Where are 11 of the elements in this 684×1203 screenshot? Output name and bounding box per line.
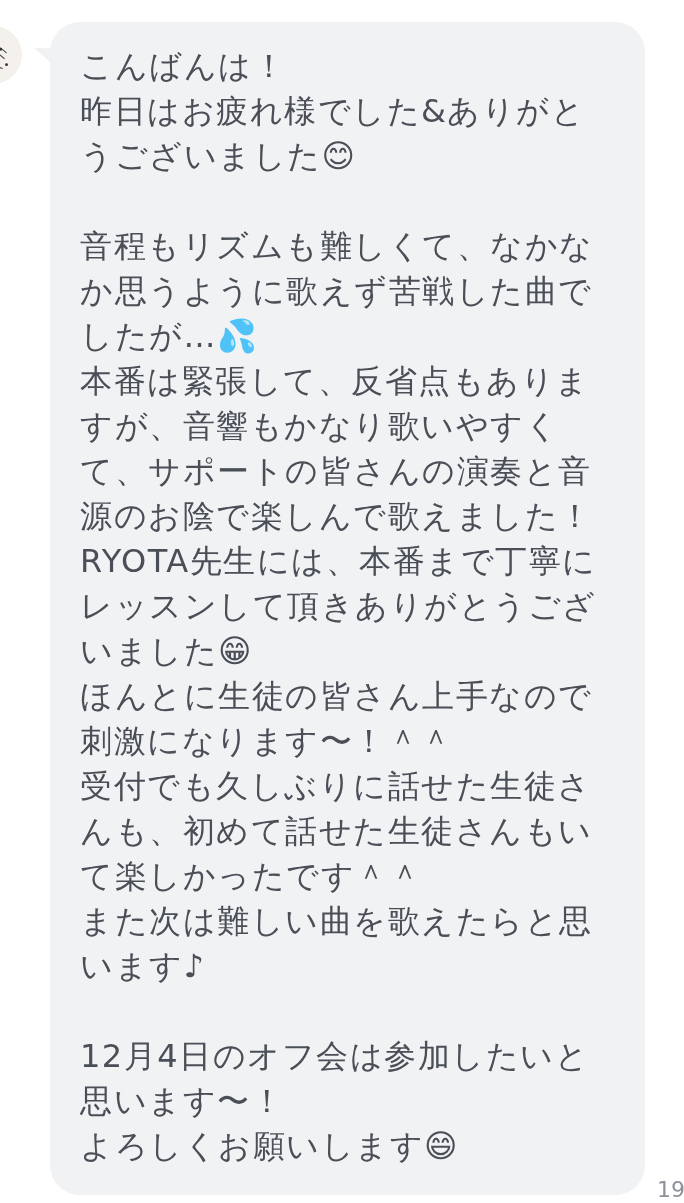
message-text: また次は難しい曲を歌えたらと思います♪ (80, 901, 594, 987)
message-text: ほんとに生徒の皆さん上手なので刺激になります〜！＾＾ (80, 676, 594, 762)
message-text: 受付でも久しぶりに話せた生徒さんも、初めて話せた生徒さんもいて楽しかったです＾＾ (80, 766, 594, 897)
message-text: 本番は緊張して、反省点もありますが、音響もかなり歌いやすくて、サポートの皆さんの演奏と音源のお陰で楽しんで歌えました！ (80, 361, 594, 537)
message-text: こんばんは！ (80, 46, 287, 87)
message-time: 19 (657, 1177, 684, 1203)
message-text: 12月4日のオフ会は参加したいと思います〜！ (80, 1036, 591, 1122)
message-text: RYOTA先生には、本番まで丁寧にレッスンして頂きありがとうございました😁 (80, 541, 598, 672)
message-text: よろしくお願いします😄 (80, 1126, 460, 1167)
message-text: 昨日はお疲れ様でした&ありがとうございました😊 (80, 91, 587, 177)
message-text: 音程もリズムも難しくて、なかなか思うように歌えず苦戦した曲でしたが…💦 (80, 226, 595, 357)
